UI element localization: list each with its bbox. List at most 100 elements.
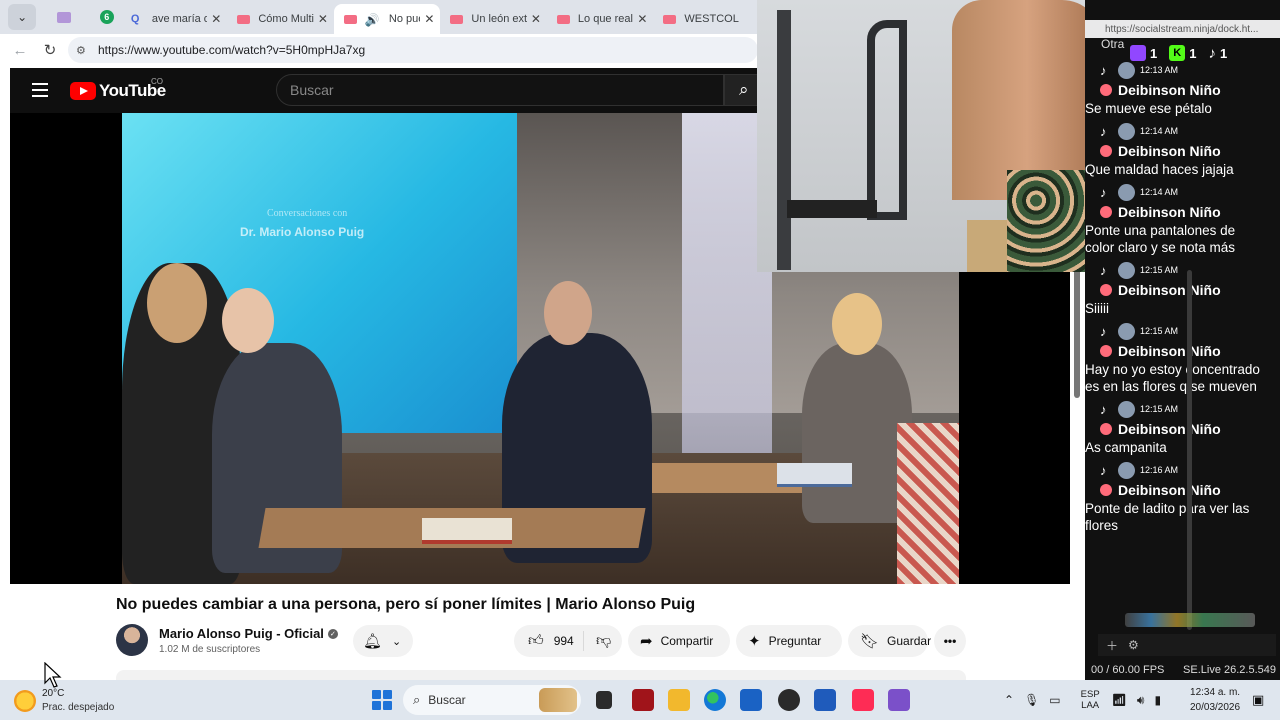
youtube-logo[interactable]: YouTube CO bbox=[70, 77, 166, 101]
start-button[interactable] bbox=[372, 690, 392, 710]
address-bar: ← ↻ ⚙ https://www.youtube.com/watch?v=5H… bbox=[0, 34, 760, 66]
tab-search-button[interactable]: ⌄ bbox=[8, 4, 37, 30]
pinned-tab-counter[interactable]: 6 bbox=[93, 4, 121, 30]
avatar bbox=[1118, 461, 1135, 479]
share-button[interactable]: ➦ Compartir bbox=[628, 625, 730, 657]
dislike-button[interactable]: 👎︎ bbox=[584, 632, 611, 650]
chevron-down-icon: ⌄ bbox=[17, 10, 28, 24]
tiktok-icon: ♪ bbox=[1100, 462, 1107, 478]
ask-button[interactable]: ✦ Preguntar bbox=[736, 625, 842, 657]
like-button[interactable]: 👍︎ 994 bbox=[514, 631, 584, 651]
message-text: Siiiii bbox=[1085, 301, 1110, 316]
host-figure bbox=[802, 343, 912, 523]
browser-tab[interactable]: Un león extrañ ✕ bbox=[440, 4, 547, 34]
tiktok-app-icon[interactable] bbox=[852, 689, 874, 711]
youtube-search-input[interactable]: Buscar bbox=[276, 74, 724, 106]
site-info-icon[interactable]: ⚙ bbox=[76, 44, 90, 57]
microphone-icon[interactable]: 🎙︎ bbox=[1024, 693, 1039, 707]
word-icon[interactable] bbox=[814, 689, 836, 711]
message-time: 12:15 AM bbox=[1140, 404, 1179, 414]
message-text: Hay no yo estoy concentrado es en las fl… bbox=[1085, 362, 1260, 394]
weather-description: Prac. despejado bbox=[42, 702, 115, 713]
more-actions-button[interactable]: ••• bbox=[934, 625, 966, 657]
file-explorer-icon[interactable] bbox=[668, 689, 690, 711]
fps-readout: 00 / 60.00 FPS bbox=[1091, 664, 1165, 676]
twitch-icon bbox=[1130, 45, 1146, 61]
description-box[interactable] bbox=[116, 670, 966, 680]
browser-tab[interactable]: Cómo Multiplic ✕ bbox=[227, 4, 334, 34]
gym-machine-frame bbox=[867, 20, 907, 220]
store-icon[interactable] bbox=[740, 689, 762, 711]
pinned-tab-camera[interactable] bbox=[50, 4, 78, 30]
notification-icon[interactable]: ▣ bbox=[1252, 692, 1264, 708]
search-highlight-image bbox=[539, 688, 577, 712]
chat-message: ♪ 12:16 AM Deibinson Niño Ponte de ladito… bbox=[1085, 460, 1268, 534]
wifi-icon[interactable]: 📶︎ bbox=[1112, 693, 1127, 707]
menu-icon[interactable] bbox=[32, 83, 48, 101]
gear-icon[interactable]: ⚙ bbox=[1128, 638, 1139, 652]
close-tab-icon[interactable]: ✕ bbox=[318, 12, 328, 26]
message-user: Deibinson Niño bbox=[1118, 421, 1221, 437]
browser-tab[interactable]: Lo que realme ✕ bbox=[547, 4, 654, 34]
volume-icon[interactable]: 🔊︎ bbox=[1137, 693, 1145, 708]
system-clock[interactable]: 12:34 a. m. 20/03/2026 bbox=[1190, 685, 1240, 715]
weather-widget[interactable]: 20°C Prac. despejado bbox=[14, 686, 124, 716]
close-tab-icon[interactable]: ✕ bbox=[637, 12, 647, 26]
host-head bbox=[832, 293, 882, 355]
display-icon[interactable]: ▭ bbox=[1049, 693, 1060, 707]
browser-tab[interactable]: WESTCOL bbox=[653, 4, 760, 34]
chat-scrollbar[interactable] bbox=[1187, 270, 1192, 630]
clock-date: 20/03/2026 bbox=[1190, 702, 1241, 713]
video-title: No puedes cambiar a una persona, pero sí… bbox=[116, 596, 696, 613]
search-icon: ⌕ bbox=[739, 80, 749, 99]
add-icon[interactable]: ＋ bbox=[1106, 637, 1118, 654]
url-field[interactable]: ⚙ https://www.youtube.com/watch?v=5H0mpH… bbox=[68, 37, 758, 63]
sparkle-icon: ✦ bbox=[748, 633, 761, 650]
chevron-up-icon[interactable]: ⌃ bbox=[1004, 693, 1014, 707]
tiktok-icon: ♪ bbox=[1100, 323, 1107, 339]
message-user: Deibinson Niño bbox=[1118, 204, 1221, 220]
media-app-icon[interactable] bbox=[632, 689, 654, 711]
close-tab-icon[interactable]: ✕ bbox=[424, 12, 434, 26]
avatar bbox=[1118, 122, 1135, 140]
battery-icon[interactable]: ▮ bbox=[1154, 693, 1161, 707]
tiktok-icon: ♪ bbox=[1100, 123, 1107, 139]
save-button[interactable]: 🔖︎ Guardar bbox=[848, 625, 931, 657]
tab-title: Lo que realme bbox=[577, 13, 633, 25]
subscription-bell-button[interactable]: 🔔︎ ⌄ bbox=[353, 625, 413, 657]
thumbs-up-icon: 👍︎ bbox=[528, 632, 544, 649]
obs-icon[interactable] bbox=[778, 689, 800, 711]
taskbar-search-placeholder: Buscar bbox=[428, 693, 466, 707]
back-button[interactable]: ← bbox=[6, 36, 34, 64]
edge-browser-icon[interactable] bbox=[704, 689, 726, 711]
tab-title: Un león extrañ bbox=[471, 13, 527, 25]
like-count: 994 bbox=[553, 634, 574, 648]
user-badge-icon bbox=[1100, 484, 1112, 496]
chat-messages: ♪ 12:13 AM Deibinson Niño Se mueve ese pé… bbox=[1085, 60, 1268, 538]
tab-title: Cómo Multiplic bbox=[258, 13, 314, 25]
search-icon: ⌕ bbox=[413, 692, 421, 707]
user-badge-icon bbox=[1100, 84, 1112, 96]
social-app-icon[interactable] bbox=[888, 689, 910, 711]
message-user: Deibinson Niño bbox=[1118, 343, 1221, 359]
youtube-icon bbox=[556, 14, 570, 24]
chat-message: ♪ 12:14 AM Deibinson Niño Ponte una panta… bbox=[1085, 182, 1268, 256]
message-user: Deibinson Niño bbox=[1118, 282, 1221, 298]
speaker-icon[interactable]: 🔊 bbox=[365, 13, 381, 27]
task-view-icon[interactable] bbox=[596, 691, 612, 709]
close-tab-icon[interactable]: ✕ bbox=[531, 12, 541, 26]
browser-tab-active[interactable]: 🔊 No pued ✕ bbox=[333, 4, 441, 34]
channel-name-link[interactable]: Mario Alonso Puig - Oficial ✓ bbox=[159, 626, 338, 641]
reload-button[interactable]: ↻ bbox=[36, 36, 64, 64]
twitch-count: 1 bbox=[1150, 45, 1158, 61]
avatar bbox=[1118, 183, 1135, 201]
user-badge-icon bbox=[1100, 284, 1112, 296]
language-indicator[interactable]: ESP LAA bbox=[1081, 689, 1100, 711]
emote-strip[interactable] bbox=[1125, 613, 1255, 627]
browser-tab[interactable]: Q ave maría orac ✕ bbox=[121, 4, 228, 34]
close-tab-icon[interactable]: ✕ bbox=[211, 12, 221, 26]
taskbar-search[interactable]: ⌕ Buscar bbox=[403, 685, 581, 715]
channel-avatar[interactable] bbox=[116, 624, 148, 656]
youtube-icon bbox=[663, 14, 677, 24]
kick-icon: K bbox=[1169, 45, 1186, 61]
